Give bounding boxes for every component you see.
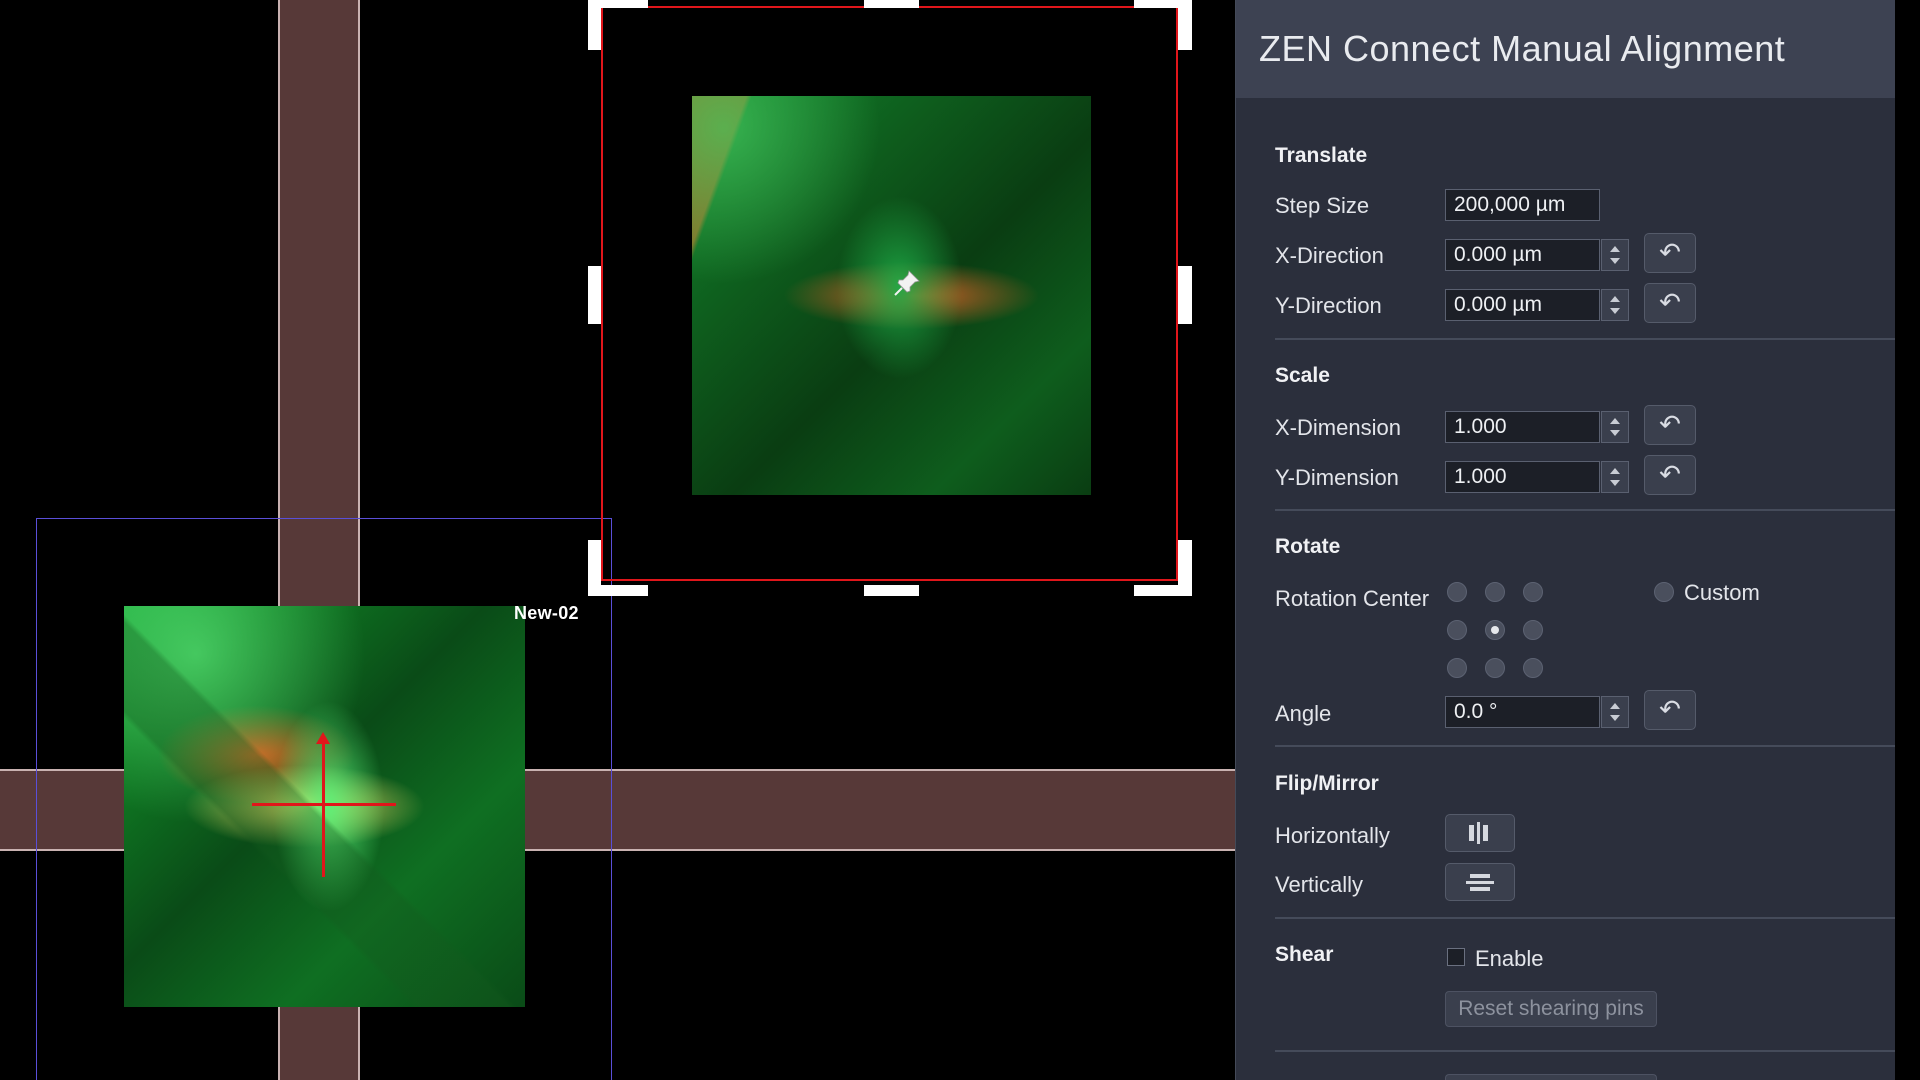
flip-vertical-icon: [1466, 874, 1494, 891]
rotation-center-top-right[interactable]: [1523, 582, 1543, 602]
reset-x-direction-button[interactable]: ↶: [1644, 233, 1696, 273]
rotation-center-top-center[interactable]: [1485, 582, 1505, 602]
y-direction-field[interactable]: 0.000 µm: [1445, 289, 1600, 321]
x-direction-stepper[interactable]: [1601, 239, 1629, 271]
y-dimension-stepper[interactable]: [1601, 461, 1629, 493]
rotation-center-middle-center[interactable]: [1485, 620, 1505, 640]
x-direction-field[interactable]: 0.000 µm: [1445, 239, 1600, 271]
y-dimension-label: Y-Dimension: [1275, 465, 1399, 490]
flip-vertical-label: Vertically: [1275, 872, 1364, 897]
rotation-center-middle-right[interactable]: [1523, 620, 1543, 640]
crosshair-arrow-icon: [316, 732, 330, 744]
x-dimension-label: X-Dimension: [1275, 415, 1401, 440]
x-dimension-stepper[interactable]: [1601, 411, 1629, 443]
section-translate: Translate: [1275, 144, 1368, 167]
handle-bottom-left-v[interactable]: [588, 540, 601, 596]
flip-vertical-button[interactable]: [1445, 863, 1515, 901]
alignment-panel: ZEN Connect Manual Alignment Translate S…: [1235, 0, 1895, 1080]
divider: [1275, 338, 1895, 340]
angle-label: Angle: [1275, 701, 1332, 726]
crosshair-vertical: [322, 737, 325, 877]
handle-top[interactable]: [864, 0, 919, 8]
flip-horizontal-label: Horizontally: [1275, 823, 1390, 848]
undo-arrow-icon: ↶: [1659, 237, 1681, 267]
section-rotate: Rotate: [1275, 535, 1341, 558]
rotation-center-bottom-left[interactable]: [1447, 658, 1467, 678]
y-direction-label: Y-Direction: [1275, 293, 1382, 318]
rotation-center-top-left[interactable]: [1447, 582, 1467, 602]
handle-bottom-right-v[interactable]: [1178, 540, 1192, 596]
rotation-center-custom-radio[interactable]: [1654, 582, 1674, 602]
section-shear: Shear: [1275, 943, 1334, 966]
reset-y-direction-button[interactable]: ↶: [1644, 283, 1696, 323]
undo-arrow-icon: ↶: [1659, 287, 1681, 317]
undo-arrow-icon: ↶: [1659, 459, 1681, 489]
angle-stepper[interactable]: [1601, 696, 1629, 728]
rotation-center-bottom-center[interactable]: [1485, 658, 1505, 678]
x-direction-label: X-Direction: [1275, 243, 1384, 268]
next-button-partial[interactable]: [1445, 1074, 1657, 1080]
rotation-center-bottom-right[interactable]: [1523, 658, 1543, 678]
pin-icon[interactable]: [892, 268, 922, 298]
y-direction-stepper[interactable]: [1601, 289, 1629, 321]
section-flip-mirror: Flip/Mirror: [1275, 772, 1379, 795]
flip-horizontal-button[interactable]: [1445, 814, 1515, 852]
undo-arrow-icon: ↶: [1659, 409, 1681, 439]
divider: [1275, 509, 1895, 511]
panel-title-bar: ZEN Connect Manual Alignment: [1236, 0, 1895, 98]
handle-top-right-v[interactable]: [1178, 0, 1192, 50]
reset-angle-button[interactable]: ↶: [1644, 690, 1696, 730]
custom-label: Custom: [1684, 580, 1760, 605]
panel-title: ZEN Connect Manual Alignment: [1259, 28, 1786, 69]
handle-bottom[interactable]: [864, 585, 919, 596]
shear-enable-checkbox[interactable]: [1447, 948, 1465, 966]
step-size-label: Step Size: [1275, 193, 1370, 218]
handle-left[interactable]: [588, 266, 601, 324]
reset-x-dimension-button[interactable]: ↶: [1644, 405, 1696, 445]
rotation-center-label: Rotation Center: [1275, 586, 1430, 611]
x-dimension-field[interactable]: 1.000: [1445, 411, 1600, 443]
step-size-field[interactable]: 200,000 µm: [1445, 189, 1600, 221]
rotation-center-middle-left[interactable]: [1447, 620, 1467, 640]
image-viewer[interactable]: New-02: [0, 0, 1235, 1080]
tile-label: New-02: [514, 603, 579, 623]
handle-top-left-v[interactable]: [588, 0, 601, 50]
divider: [1275, 745, 1895, 747]
handle-right[interactable]: [1178, 266, 1192, 324]
flip-horizontal-icon: [1469, 822, 1488, 844]
shear-enable-label: Enable: [1475, 946, 1544, 971]
divider: [1275, 1050, 1895, 1052]
y-dimension-field[interactable]: 1.000: [1445, 461, 1600, 493]
reset-shearing-pins-button[interactable]: Reset shearing pins: [1445, 991, 1657, 1027]
divider: [1275, 917, 1895, 919]
angle-field[interactable]: 0.0 °: [1445, 696, 1600, 728]
undo-arrow-icon: ↶: [1659, 694, 1681, 724]
reset-y-dimension-button[interactable]: ↶: [1644, 455, 1696, 495]
section-scale: Scale: [1275, 364, 1330, 387]
selection-box[interactable]: [601, 6, 1178, 581]
